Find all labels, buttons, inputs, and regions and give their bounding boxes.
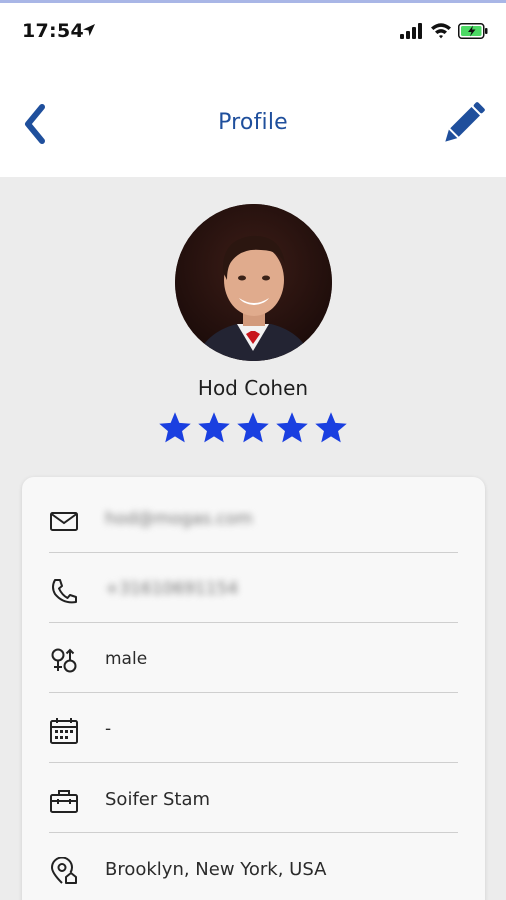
location-arrow-icon [83,24,95,36]
star-icon [159,412,191,443]
email-value: hod@mogas.com [105,509,253,529]
workplace-value: Soifer Stam [105,789,211,810]
avatar [175,204,332,361]
battery-charging-icon [458,23,488,39]
status-bar: 17:54 [0,3,506,55]
mail-icon [50,512,78,531]
briefcase-icon [50,790,78,813]
cellular-signal-icon [400,23,422,39]
pencil-icon[interactable] [438,101,488,147]
navigation-bar: Profile [0,55,506,177]
profile-name: Hod Cohen [197,376,309,400]
star-icon [276,412,308,443]
gender-value: male [105,649,148,669]
calendar-icon [50,718,78,744]
detail-row-workplace: Soifer Stam [49,763,458,833]
status-time: 17:54 [22,20,84,42]
detail-row-email: hod@mogas.com [49,483,458,553]
detail-row-location: Brooklyn, New York, USA [49,833,458,900]
profile-photo [175,204,332,361]
birthdate-value: - [105,719,112,739]
phone-value: +31610691154 [105,579,239,599]
detail-row-phone: +31610691154 [49,553,458,623]
detail-row-birthdate: - [49,693,458,763]
location-value: Brooklyn, New York, USA [105,859,327,880]
star-icon [237,412,269,443]
location-pin-icon [50,857,77,884]
wifi-icon [431,23,451,39]
star-icon [198,412,230,443]
detail-row-gender: male [49,623,458,693]
page-title: Profile [218,110,288,135]
phone-icon [52,579,77,604]
rating-stars [157,410,349,450]
gender-icon [51,648,77,673]
star-icon [315,412,347,443]
profile-details-card: hod@mogas.com +31610691154 male - Soifer… [22,477,485,900]
